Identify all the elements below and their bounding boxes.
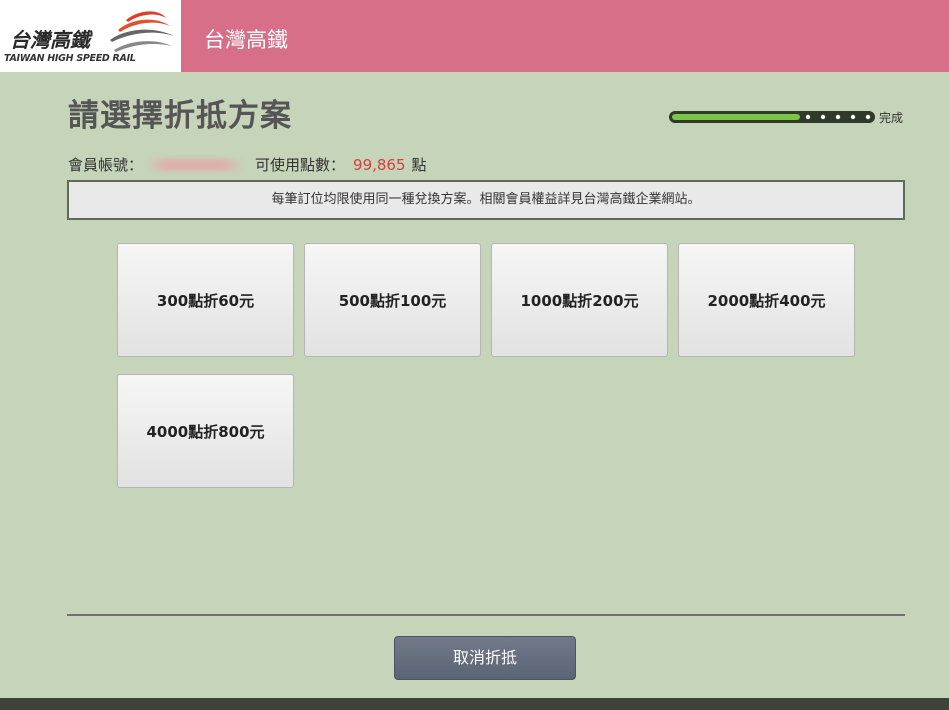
logo-subtitle: TAIWAN HIGH SPEED RAIL	[4, 53, 136, 64]
progress-step-dot	[835, 114, 841, 120]
plan-option-4000[interactable]: 4000點折800元	[117, 374, 294, 488]
plan-option-500[interactable]: 500點折100元	[304, 243, 481, 357]
header-bar: 台灣高鐵 TAIWAN HIGH SPEED RAIL 台灣高鐵	[0, 0, 949, 72]
progress-step-dot	[805, 114, 811, 120]
logo[interactable]: 台灣高鐵 TAIWAN HIGH SPEED RAIL	[0, 0, 181, 72]
account-number-blurred	[147, 159, 244, 171]
divider	[67, 614, 905, 616]
plan-option-2000[interactable]: 2000點折400元	[678, 243, 855, 357]
progress-step-dot	[820, 114, 826, 120]
footer-bar	[0, 698, 949, 710]
points-unit: 點	[411, 156, 427, 174]
thsr-swoosh-logo-icon	[110, 11, 174, 52]
logo-name: 台灣高鐵	[10, 28, 90, 52]
progress-step-dot	[850, 114, 856, 120]
page-title: 請選擇折抵方案	[68, 98, 292, 134]
plan-option-300[interactable]: 300點折60元	[117, 243, 294, 357]
account-label: 會員帳號：	[68, 156, 144, 174]
progress-indicator	[669, 111, 875, 123]
cancel-button[interactable]: 取消折抵	[394, 636, 576, 680]
member-info: 會員帳號： 可使用點數： 99,865 點	[68, 154, 427, 176]
notice-box: 每筆訂位均限使用同一種兌換方案。相關會員權益詳見台灣高鐵企業網站。	[67, 180, 905, 220]
progress-step-dot	[865, 114, 871, 120]
progress-fill	[672, 114, 800, 120]
progress-label: 完成	[879, 111, 904, 125]
points-label: 可使用點數：	[255, 156, 346, 174]
points-value: 99,865	[353, 156, 406, 174]
header-title: 台灣高鐵	[204, 28, 288, 52]
plan-option-1000[interactable]: 1000點折200元	[491, 243, 668, 357]
